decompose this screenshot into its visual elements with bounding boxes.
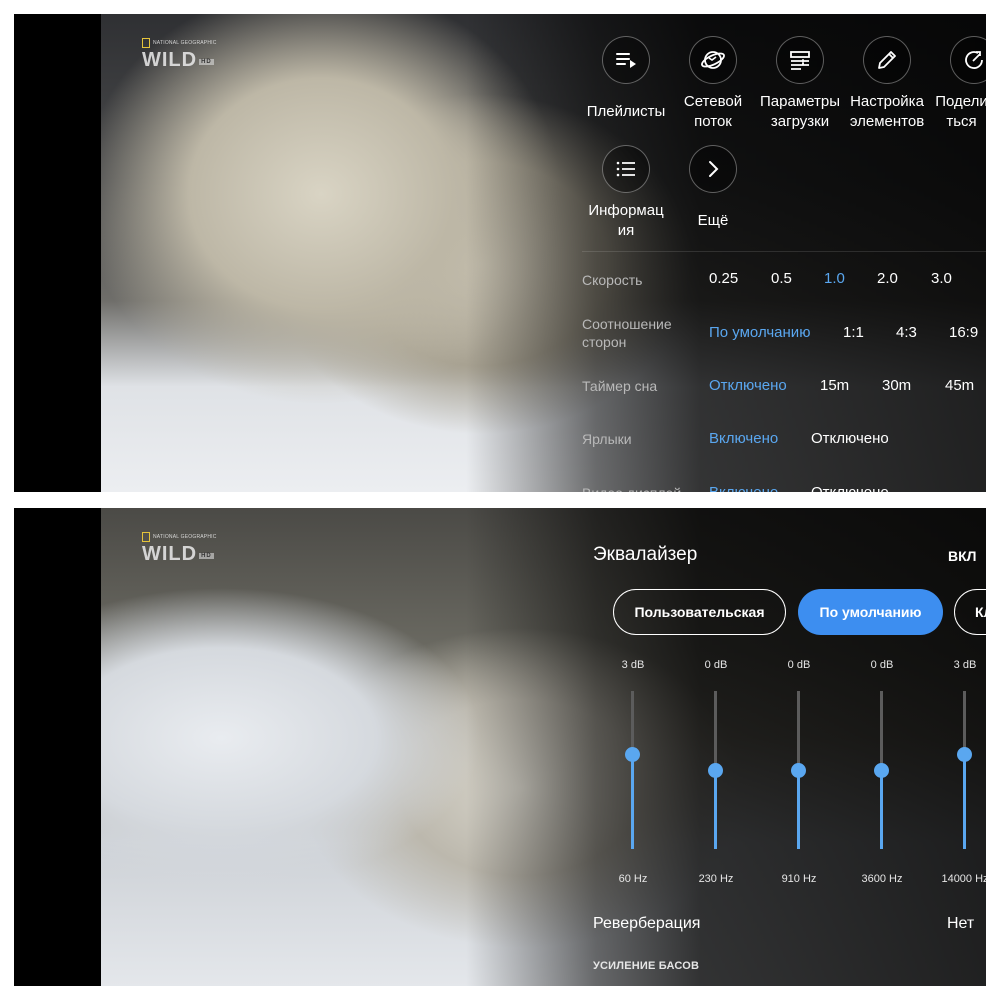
speed-option-2.0[interactable]: 2.0	[877, 270, 898, 287]
preset-default-button[interactable]: По умолчанию	[798, 589, 943, 635]
edit-pencil-icon	[863, 36, 911, 84]
menu-label-playlists: Плейлисты	[586, 103, 666, 120]
menu-label-info: Информация	[588, 202, 664, 239]
menu-label-network-stream: Сетевой поток	[683, 93, 743, 130]
menu-customize-elements[interactable]: Настройка элементов	[842, 36, 932, 132]
eq-slider[interactable]	[791, 691, 806, 849]
menu-download-settings[interactable]: Параметры загрузки	[755, 36, 845, 132]
eq-band-frequency: 14000 Hz	[941, 873, 986, 885]
reverb-label[interactable]: Реверберация	[593, 915, 700, 933]
menu-label-customize: Настройка элементов	[849, 93, 925, 130]
preset-custom-button[interactable]: Пользовательская	[613, 589, 786, 635]
sleep-option-off[interactable]: Отключено	[709, 377, 787, 394]
eq-band: 3 dB 14000 Hz	[925, 659, 986, 885]
eq-slider-knob[interactable]	[708, 763, 723, 778]
sleep-option-30m[interactable]: 30m	[882, 377, 911, 394]
shortcuts-option-off[interactable]: Отключено	[811, 430, 889, 447]
player-menu-screen: NATIONAL GEOGRAPHIC WILD HD Плейлисты Сет…	[14, 14, 986, 492]
menu-label-download-settings: Параметры загрузки	[760, 93, 840, 130]
menu-info[interactable]: Информация	[581, 145, 671, 241]
logo-main-text: WILD	[142, 49, 198, 71]
speed-option-0.5[interactable]: 0.5	[771, 270, 792, 287]
aspect-option-default[interactable]: По умолчанию	[709, 324, 810, 341]
speed-option-1.0[interactable]: 1.0	[824, 270, 845, 287]
menu-label-more: Ещё	[697, 212, 729, 229]
eq-slider[interactable]	[708, 691, 723, 849]
chevron-right-icon	[689, 145, 737, 193]
eq-slider-knob[interactable]	[791, 763, 806, 778]
sleep-option-15m[interactable]: 15m	[820, 377, 849, 394]
eq-band-gain: 0 dB	[787, 659, 811, 671]
eq-band-gain: 3 dB	[621, 659, 645, 671]
sleep-timer-label: Таймер сна	[582, 378, 658, 394]
equalizer-screen: NATIONAL GEOGRAPHIC WILD HD Эквалайзер ВК…	[14, 508, 986, 986]
shortcuts-label: Ярлыки	[582, 431, 632, 447]
eq-slider-fill	[797, 770, 800, 849]
download-settings-icon	[776, 36, 824, 84]
eq-band-gain: 0 dB	[704, 659, 728, 671]
playlist-icon	[602, 36, 650, 84]
shortcuts-option-on[interactable]: Включено	[709, 430, 778, 447]
video-display-option-off[interactable]: Отключено	[811, 484, 889, 492]
reverb-value[interactable]: Нет	[947, 915, 974, 933]
speed-option-3.0[interactable]: 3.0	[931, 270, 952, 287]
aspect-ratio-label: Соотношение сторон	[582, 316, 672, 350]
channel-logo: NATIONAL GEOGRAPHIC WILD HD	[142, 38, 217, 72]
eq-slider-fill	[880, 770, 883, 849]
channel-logo: NATIONAL GEOGRAPHIC WILD HD	[142, 532, 217, 566]
eq-band: 0 dB 3600 Hz	[842, 659, 922, 885]
eq-band: 0 dB 230 Hz	[676, 659, 756, 885]
menu-more[interactable]: Ещё	[668, 145, 758, 231]
info-list-icon	[602, 145, 650, 193]
eq-slider-fill	[963, 754, 966, 849]
aspect-option-16-9[interactable]: 16:9	[949, 324, 978, 341]
eq-band: 3 dB 60 Hz	[593, 659, 673, 885]
eq-slider-fill	[631, 754, 634, 849]
equalizer-toggle[interactable]: ВКЛ	[948, 548, 976, 564]
nat-geo-border-icon	[142, 532, 150, 542]
eq-band-gain: 3 dB	[953, 659, 977, 671]
bass-boost-label: УСИЛЕНИЕ БАСОВ	[593, 960, 700, 972]
eq-slider-fill	[714, 770, 717, 849]
eq-band-gain: 0 dB	[870, 659, 894, 671]
aspect-option-4-3[interactable]: 4:3	[896, 324, 917, 341]
logo-hd-badge: HD	[199, 59, 214, 65]
logo-hd-badge: HD	[199, 553, 214, 559]
eq-slider[interactable]	[874, 691, 889, 849]
menu-label-share: Поделиться	[935, 93, 986, 130]
menu-share[interactable]: Поделиться	[929, 36, 986, 132]
eq-slider[interactable]	[625, 691, 640, 849]
equalizer-title: Эквалайзер	[593, 544, 698, 565]
eq-band-frequency: 3600 Hz	[861, 873, 903, 885]
menu-playlists[interactable]: Плейлисты	[581, 36, 671, 122]
video-display-label: Видео дисплей	[582, 484, 692, 492]
eq-slider-knob[interactable]	[874, 763, 889, 778]
share-icon	[950, 36, 986, 84]
eq-slider[interactable]	[957, 691, 972, 849]
eq-band-frequency: 910 Hz	[781, 873, 817, 885]
equalizer-overlay	[466, 508, 986, 986]
menu-network-stream[interactable]: Сетевой поток	[668, 36, 758, 132]
speed-option-0.25[interactable]: 0.25	[709, 270, 738, 287]
video-display-option-on[interactable]: Включено	[709, 484, 778, 492]
eq-band-frequency: 60 Hz	[618, 873, 648, 885]
logo-main-text: WILD	[142, 543, 198, 565]
logo-small-text: NATIONAL GEOGRAPHIC	[153, 39, 217, 46]
network-stream-icon	[689, 36, 737, 84]
logo-small-text: NATIONAL GEOGRAPHIC	[153, 533, 217, 540]
aspect-option-1-1[interactable]: 1:1	[843, 324, 864, 341]
menu-divider	[582, 251, 986, 252]
speed-label: Скорость	[582, 272, 643, 288]
eq-band-frequency: 230 Hz	[698, 873, 734, 885]
eq-band: 0 dB 910 Hz	[759, 659, 839, 885]
sleep-option-45m[interactable]: 45m	[945, 377, 974, 394]
nat-geo-border-icon	[142, 38, 150, 48]
